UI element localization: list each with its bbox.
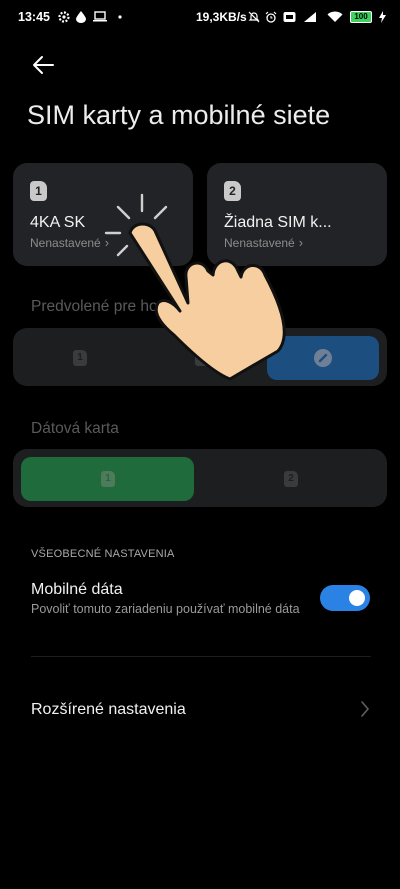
- data-card-selector: 1 2: [13, 449, 387, 507]
- chevron-right-icon: [357, 699, 373, 719]
- data-card-option-sim2[interactable]: 2: [203, 457, 379, 501]
- dot-icon: [118, 11, 122, 26]
- gear-icon: [58, 11, 70, 26]
- laptop-icon: [93, 11, 107, 25]
- sim2-icon: 2: [284, 471, 298, 487]
- sim1-icon: 1: [30, 181, 47, 201]
- sim-card-status-text: Nenastavené: [30, 236, 101, 250]
- wifi-icon: [327, 11, 343, 26]
- mobile-data-subtitle: Povoliť tomuto zariadeniu používať mobil…: [31, 602, 300, 616]
- sim1-icon: 1: [73, 350, 87, 366]
- sim-card-status: Nenastavené ›: [30, 235, 109, 250]
- drop-icon: [76, 11, 86, 26]
- status-time: 13:45: [18, 10, 50, 24]
- data-card-option-sim1[interactable]: 1: [21, 457, 194, 501]
- network-speed: 19,3KB/s: [196, 10, 247, 24]
- data-card-label: Dátová karta: [31, 420, 119, 437]
- mute-bell-icon: [248, 11, 260, 26]
- tap-hand-icon: [100, 185, 300, 385]
- advanced-settings-title: Rozšírené nastavenia: [31, 701, 186, 718]
- alarm-icon: [265, 11, 277, 26]
- status-bar: 13:45 19,3KB/s 100: [0, 0, 400, 36]
- sim-card-name: 4KA SK: [30, 214, 86, 231]
- battery-icon: 100: [350, 11, 372, 23]
- charging-icon: [379, 11, 386, 26]
- advanced-settings-row[interactable]: Rozšírené nastavenia: [0, 690, 400, 730]
- sim1-icon: 1: [101, 471, 115, 487]
- signal-icon: [303, 11, 317, 26]
- volte-icon: [283, 11, 296, 26]
- ask-every-time-icon: [314, 349, 332, 367]
- toggle-knob: [349, 590, 365, 606]
- back-arrow-icon[interactable]: [30, 52, 56, 78]
- mobile-data-toggle[interactable]: [320, 585, 370, 611]
- page-title: SIM karty a mobilné siete: [27, 100, 331, 130]
- mobile-data-title: Mobilné dáta: [31, 581, 123, 598]
- divider: [31, 656, 371, 657]
- general-settings-header: VŠEOBECNÉ NASTAVENIA: [31, 548, 175, 560]
